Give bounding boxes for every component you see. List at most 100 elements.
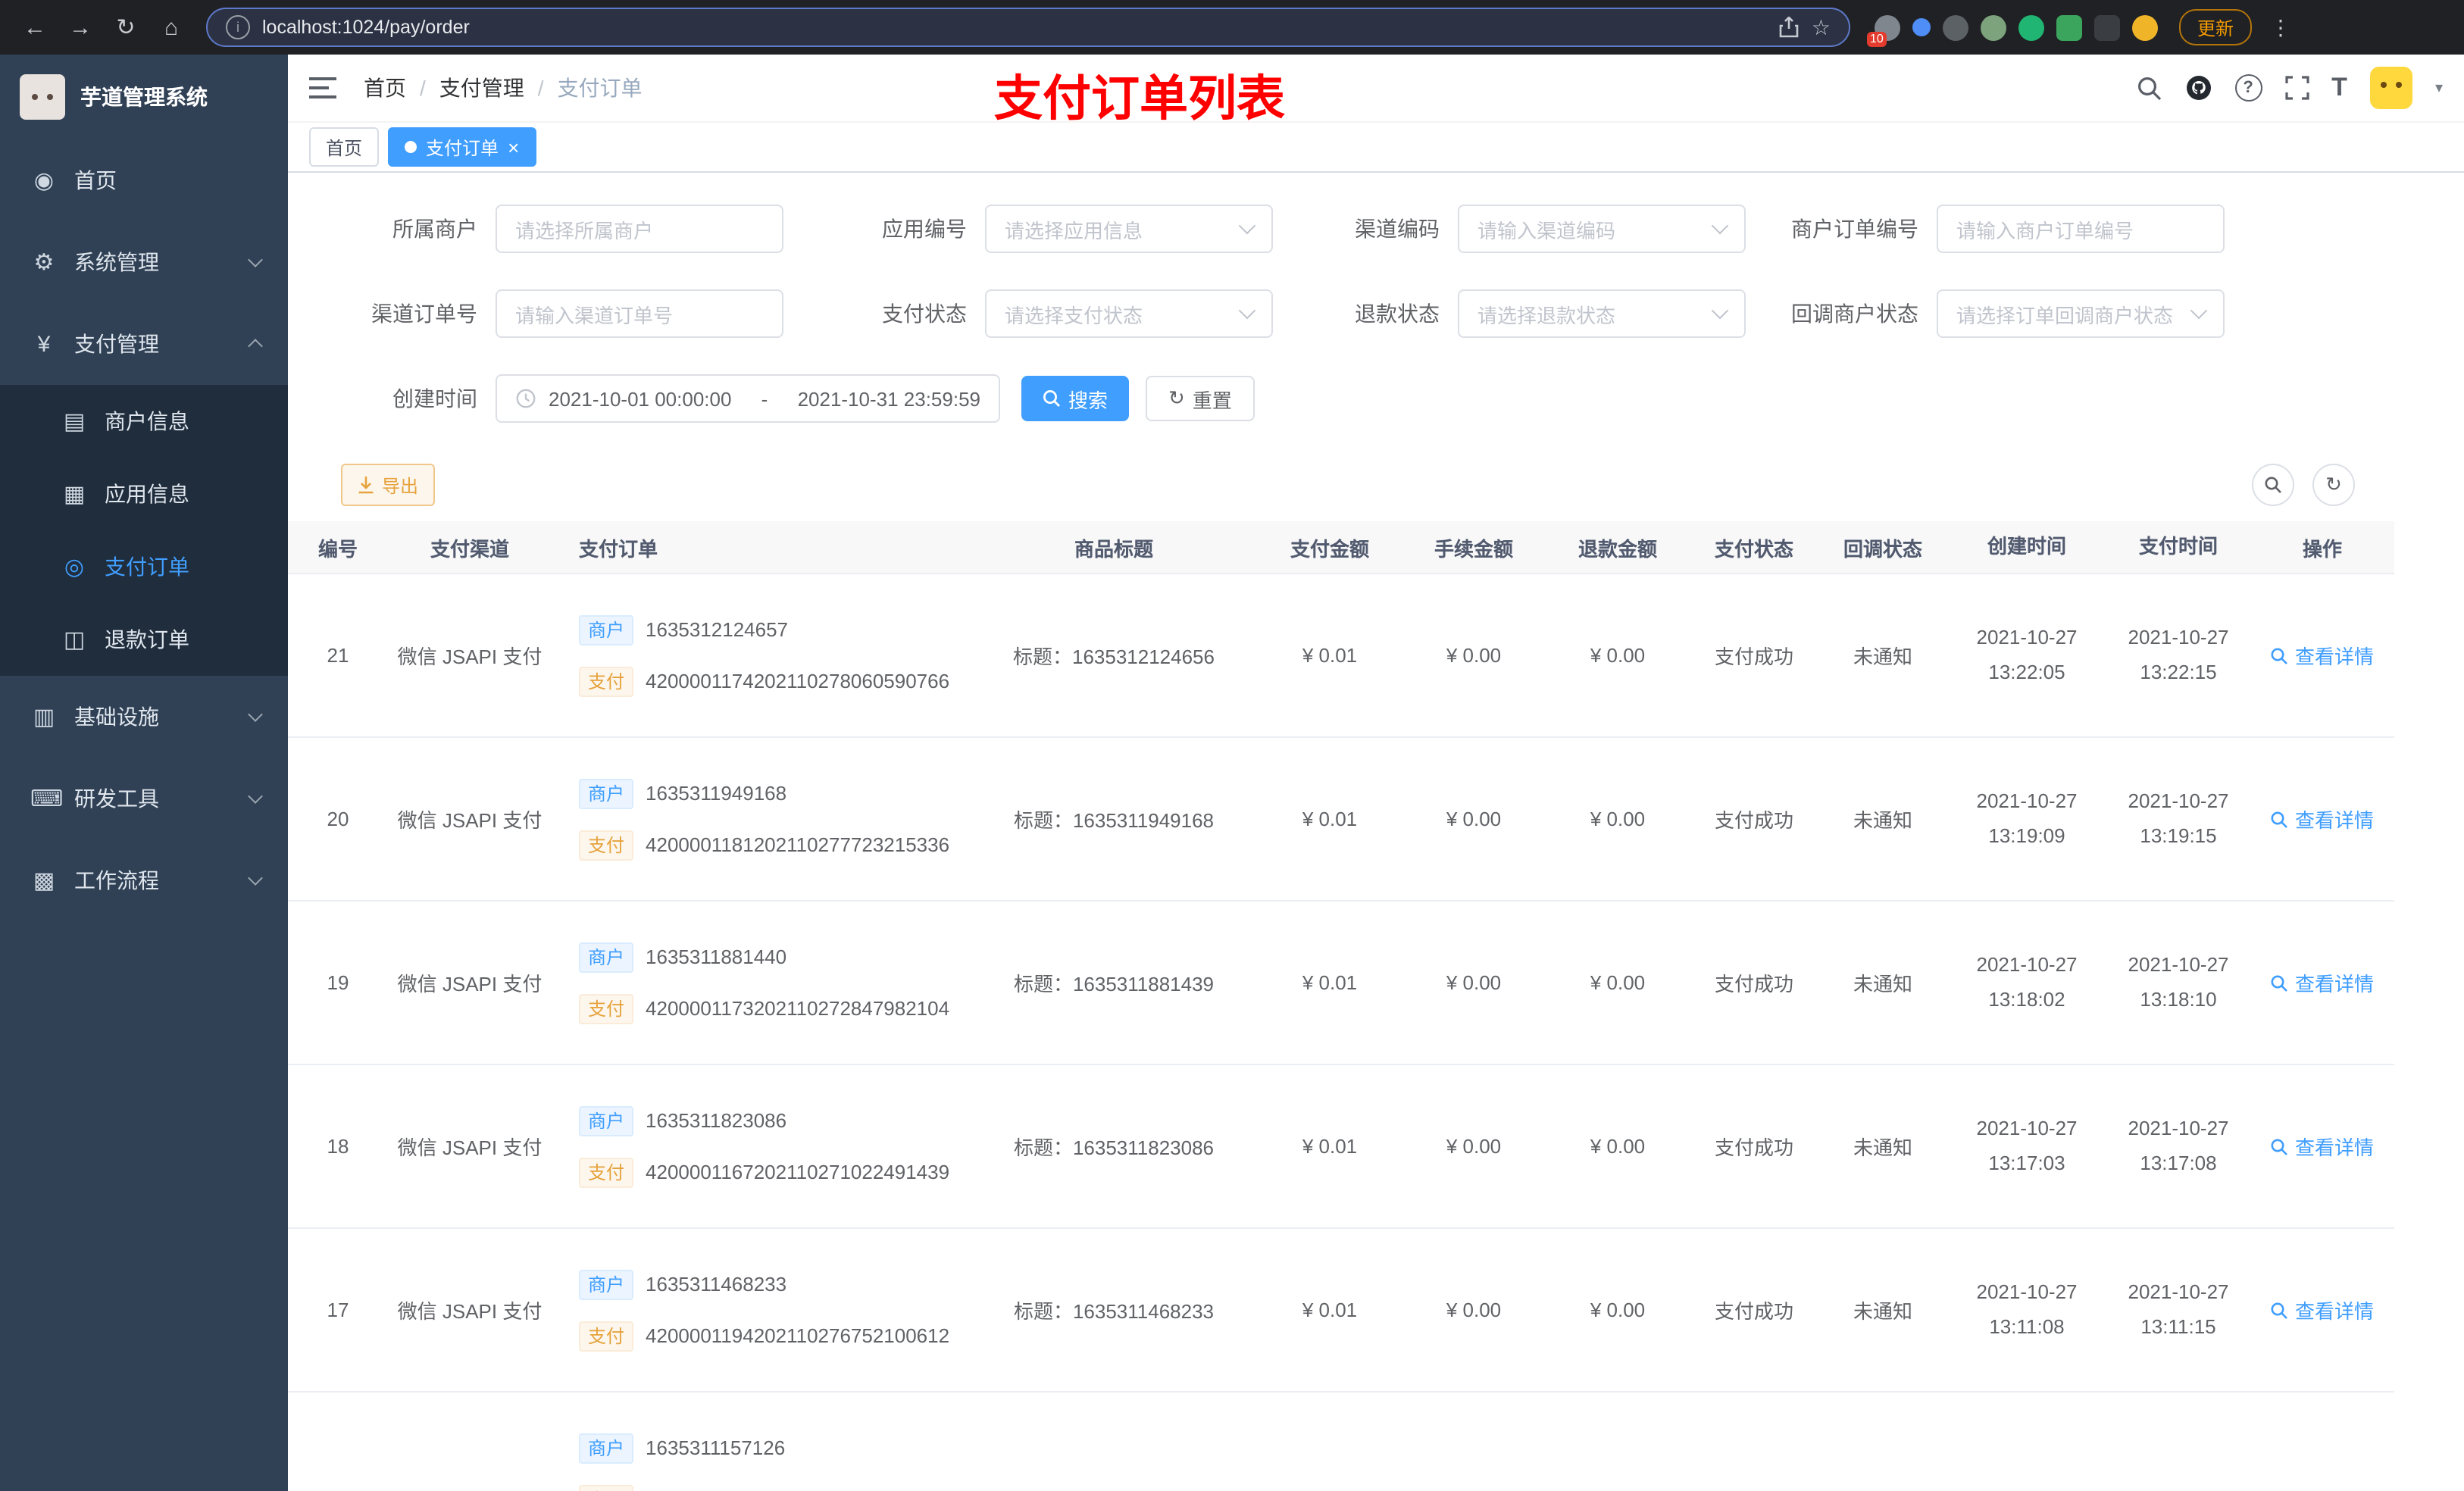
table-header: 编号 支付渠道 支付订单 商品标题 支付金额 手续金额 退款金额 支付状态 回调… — [288, 521, 2394, 574]
breadcrumb-item[interactable]: 支付管理 — [439, 73, 524, 103]
sidebar-item-system[interactable]: ⚙ 系统管理 — [0, 221, 288, 303]
view-detail-link[interactable]: 查看详情 — [2271, 968, 2374, 997]
font-size-icon[interactable]: T — [2331, 73, 2347, 103]
extension-icon[interactable] — [1912, 18, 1931, 36]
merchant-tag: 商户 — [579, 614, 634, 645]
view-detail-label: 查看详情 — [2294, 809, 2374, 832]
back-icon[interactable]: ← — [15, 14, 55, 40]
user-avatar[interactable] — [2369, 67, 2412, 109]
extension-badge: 10 — [1867, 31, 1887, 46]
col-header: 创建时间 — [1987, 534, 2066, 558]
refund-status-select[interactable]: 请选择退款状态 — [1458, 289, 1746, 338]
extensions-area: 10 — [1867, 14, 2158, 46]
toggle-search-icon[interactable] — [2252, 464, 2294, 506]
refresh-icon[interactable]: ↻ — [2312, 464, 2355, 506]
cell-notify: 未通知 — [1853, 645, 1912, 668]
pay-status-select[interactable]: 请选择支付状态 — [985, 289, 1273, 338]
view-detail-link[interactable]: 查看详情 — [2271, 641, 2374, 670]
sidebar-item-pay-order[interactable]: ◎ 支付订单 — [0, 530, 288, 603]
share-icon[interactable] — [1780, 17, 1800, 38]
channel-order-no-input[interactable]: 请输入渠道订单号 — [496, 289, 783, 338]
help-icon[interactable]: ? — [2234, 74, 2262, 102]
table-row[interactable]: 19 微信 JSAPI 支付 商户 1635311881440 支付 4200001… — [288, 902, 2394, 1065]
cell-refund: ¥ 0.00 — [1590, 1135, 1646, 1158]
pay-order-no: 4200001181202110277723215336 — [646, 833, 950, 856]
sidebar-item-workflow[interactable]: ▩ 工作流程 — [0, 839, 288, 921]
merchant-input[interactable]: 请选择所属商户 — [496, 205, 783, 253]
cell-id: 20 — [327, 808, 349, 830]
page-content: 所属商户 请选择所属商户 应用编号 请选择应用信息 渠道编码 请输入渠道编码 商… — [288, 173, 2464, 1491]
tab-pay-order[interactable]: 支付订单 × — [388, 127, 536, 167]
date-range-picker[interactable]: 2021-10-01 00:00:00 - 2021-10-31 23:59:5… — [496, 374, 1000, 423]
browser-menu-icon[interactable]: ⋮ — [2270, 14, 2291, 40]
extension-icon[interactable] — [2056, 14, 2082, 40]
filter-merchant-order-no: 商户订单编号 请输入商户订单编号 — [1737, 205, 2225, 253]
merchant-order-no-input[interactable]: 请输入商户订单编号 — [1937, 205, 2225, 253]
url-text[interactable]: localhost:1024/pay/order — [262, 17, 1768, 38]
reset-button[interactable]: ↻ 重置 — [1146, 376, 1255, 421]
tab-home[interactable]: 首页 — [309, 127, 380, 167]
browser-update-button[interactable]: 更新 — [2179, 9, 2253, 45]
app-logo[interactable]: 芋道管理系统 — [0, 55, 288, 139]
fullscreen-icon[interactable] — [2284, 76, 2309, 100]
forward-icon[interactable]: → — [61, 14, 100, 40]
cell-amount: ¥ 0.01 — [1302, 644, 1358, 667]
profile-avatar[interactable] — [2132, 14, 2158, 40]
extension-icon[interactable] — [2018, 14, 2044, 40]
site-info-icon[interactable]: i — [226, 15, 250, 39]
cell-pay-order: 商户 1635311468233 支付 4200001194202110276752… — [561, 1269, 970, 1351]
merchant-tag: 商户 — [579, 942, 634, 972]
sidebar-item-home[interactable]: ◉ 首页 — [0, 139, 288, 221]
sidebar-item-infra[interactable]: ▥ 基础设施 — [0, 676, 288, 758]
pay-tag: 支付 — [579, 1157, 634, 1187]
tags-view-bar: 首页 支付订单 × — [288, 123, 2464, 173]
view-detail-link[interactable]: 查看详情 — [2271, 1296, 2374, 1324]
cell-pay-order: 商户 1635311949168 支付 4200001181202110277723… — [561, 778, 970, 860]
table-row[interactable]: 18 微信 JSAPI 支付 商户 1635311823086 支付 4200001… — [288, 1065, 2394, 1229]
table-row[interactable]: 17 微信 JSAPI 支付 商户 1635311468233 支付 4200001… — [288, 1229, 2394, 1393]
close-icon[interactable]: × — [508, 137, 519, 157]
cell-create-time: 2021-10-27 13:11:08 — [1976, 1280, 2078, 1337]
sidebar-item-devtools[interactable]: ⌨ 研发工具 — [0, 758, 288, 839]
breadcrumb: 首页 / 支付管理 / 支付订单 — [364, 73, 643, 103]
sidebar-item-pay[interactable]: ¥ 支付管理 — [0, 303, 288, 385]
export-button[interactable]: 导出 — [341, 464, 436, 506]
cell-title: 标题：1635311468233 — [1013, 1300, 1215, 1323]
extension-icon[interactable] — [1981, 14, 2006, 40]
breadcrumb-item[interactable]: 首页 — [364, 73, 406, 103]
bookmark-star-icon[interactable]: ☆ — [1812, 14, 1831, 40]
search-icon[interactable] — [2136, 75, 2162, 101]
extension-icon[interactable] — [2094, 14, 2120, 40]
sidebar-item-label: 研发工具 — [74, 786, 159, 811]
merchant-order-no: 1635311881440 — [646, 946, 787, 968]
github-icon[interactable] — [2184, 74, 2212, 102]
extension-icon[interactable] — [1943, 14, 1968, 40]
sidebar-item-refund-order[interactable]: ◫ 退款订单 — [0, 603, 288, 676]
cell-pay-order: 商户 1635311157126 支付 — [561, 1433, 970, 1491]
reset-button-label: 重置 — [1192, 389, 1232, 411]
app-select[interactable]: 请选择应用信息 — [985, 205, 1273, 253]
search-button[interactable]: 搜索 — [1021, 376, 1130, 421]
chevron-down-icon[interactable]: ▾ — [2435, 80, 2443, 96]
date-end[interactable]: 2021-10-31 23:59:59 — [798, 387, 980, 410]
sidebar-item-merchant-info[interactable]: ▤ 商户信息 — [0, 385, 288, 458]
notify-status-select[interactable]: 请选择订单回调商户状态 — [1937, 289, 2225, 338]
table-row-partial[interactable]: 商户 1635311157126 支付 — [288, 1393, 2394, 1491]
extension-icon[interactable]: 10 — [1867, 14, 1900, 46]
address-bar[interactable]: i localhost:1024/pay/order ☆ — [206, 8, 1850, 47]
browser-chrome: ← → ↻ ⌂ i localhost:1024/pay/order ☆ 10 … — [0, 0, 2464, 55]
table-row[interactable]: 21 微信 JSAPI 支付 商户 1635312124657 支付 4200001… — [288, 574, 2394, 738]
date-start[interactable]: 2021-10-01 00:00:00 — [549, 387, 731, 410]
home-icon[interactable]: ⌂ — [152, 14, 191, 40]
table-row[interactable]: 20 微信 JSAPI 支付 商户 1635311949168 支付 4200001… — [288, 738, 2394, 902]
annotation-title: 支付订单列表 — [994, 71, 1286, 126]
collapse-menu-icon[interactable] — [309, 77, 336, 98]
filter-label: 商户订单编号 — [1791, 217, 1918, 241]
reload-icon[interactable]: ↻ — [106, 14, 145, 41]
view-detail-link[interactable]: 查看详情 — [2271, 1132, 2374, 1161]
pay-tag: 支付 — [579, 1484, 634, 1491]
sidebar-item-app-info[interactable]: ▦ 应用信息 — [0, 458, 288, 530]
view-detail-link[interactable]: 查看详情 — [2271, 805, 2374, 833]
breadcrumb-separator: / — [420, 76, 426, 100]
channel-code-select[interactable]: 请输入渠道编码 — [1458, 205, 1746, 253]
